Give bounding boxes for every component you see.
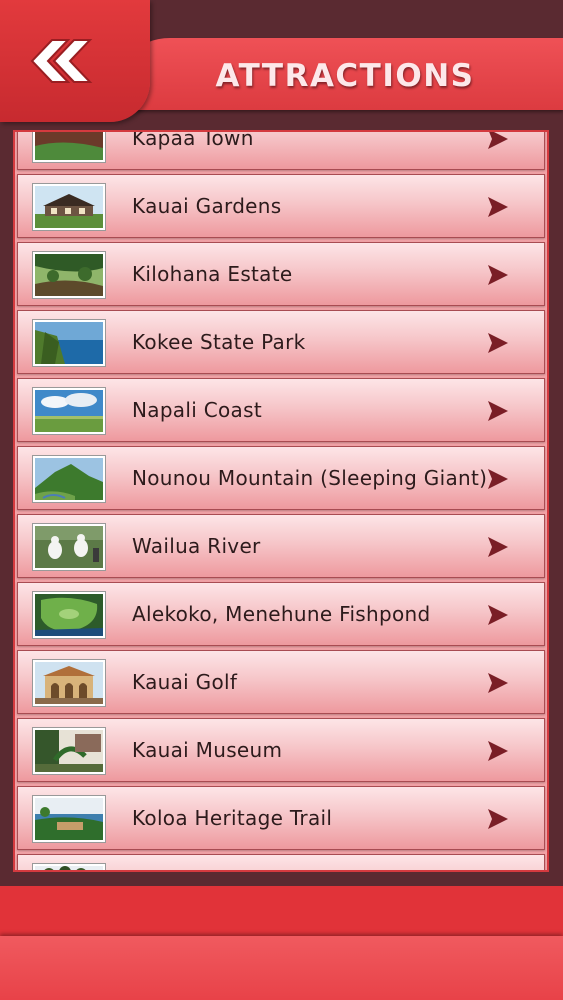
footer-bar (0, 936, 563, 1000)
chevron-right-icon (486, 195, 510, 219)
header: ATTRACTIONS (0, 0, 563, 126)
list-item-label: Kauai Museum (132, 738, 283, 762)
list-item-label: Koloa Heritage Trail (132, 806, 333, 830)
list-item[interactable]: Alekoko, Menehune Fishpond (17, 582, 545, 646)
thumbnail-image (32, 455, 106, 503)
list-item[interactable]: Kauai Golf (17, 650, 545, 714)
list-item[interactable]: Kapaa Town (17, 130, 545, 170)
thumbnail-image (32, 659, 106, 707)
chevron-right-icon (486, 263, 510, 287)
page-title: ATTRACTIONS (215, 58, 475, 94)
list-item-label: Wailua River (132, 534, 261, 558)
list-item-label: Kilohana Estate (132, 262, 293, 286)
list-item-label: Kokee State Park (132, 330, 306, 354)
list-item-label: Kauai Gardens (132, 194, 282, 218)
list-item[interactable] (17, 854, 545, 870)
thumbnail-image (32, 863, 106, 870)
chevron-right-icon (486, 467, 510, 491)
thumbnail-image (32, 795, 106, 843)
list-item[interactable]: Napali Coast (17, 378, 545, 442)
double-chevron-left-icon (30, 39, 93, 83)
chevron-right-icon (486, 132, 510, 151)
list-item[interactable]: Kilohana Estate (17, 242, 545, 306)
list-item[interactable]: Koloa Heritage Trail (17, 786, 545, 850)
list-item-label: Kapaa Town (132, 130, 254, 150)
list-item-label: Napali Coast (132, 398, 262, 422)
attractions-list[interactable]: Kapaa Town Kauai Gardens Kilohana Estate Ko… (13, 130, 549, 872)
thumbnail-image (32, 251, 106, 299)
chevron-right-icon (486, 807, 510, 831)
chevron-right-icon (486, 399, 510, 423)
thumbnail-image (32, 132, 106, 163)
thumbnail-image (32, 387, 106, 435)
list-item[interactable]: Kauai Gardens (17, 174, 545, 238)
thumbnail-image (32, 591, 106, 639)
thumbnail-image (32, 727, 106, 775)
chevron-right-icon (486, 331, 510, 355)
thumbnail-image (32, 319, 106, 367)
back-button[interactable] (22, 36, 96, 86)
list-item[interactable]: Kauai Museum (17, 718, 545, 782)
list-item-label: Nounou Mountain (Sleeping Giant) (132, 466, 488, 490)
list-item[interactable]: Kokee State Park (17, 310, 545, 374)
list-item[interactable]: Nounou Mountain (Sleeping Giant) (17, 446, 545, 510)
list-item-label: Kauai Golf (132, 670, 238, 694)
chevron-right-icon (486, 535, 510, 559)
chevron-right-icon (486, 739, 510, 763)
thumbnail-image (32, 183, 106, 231)
chevron-right-icon (486, 671, 510, 695)
list-item[interactable]: Wailua River (17, 514, 545, 578)
footer-strip (0, 886, 563, 936)
list-item-label: Alekoko, Menehune Fishpond (132, 602, 431, 626)
chevron-right-icon (486, 603, 510, 627)
thumbnail-image (32, 523, 106, 571)
